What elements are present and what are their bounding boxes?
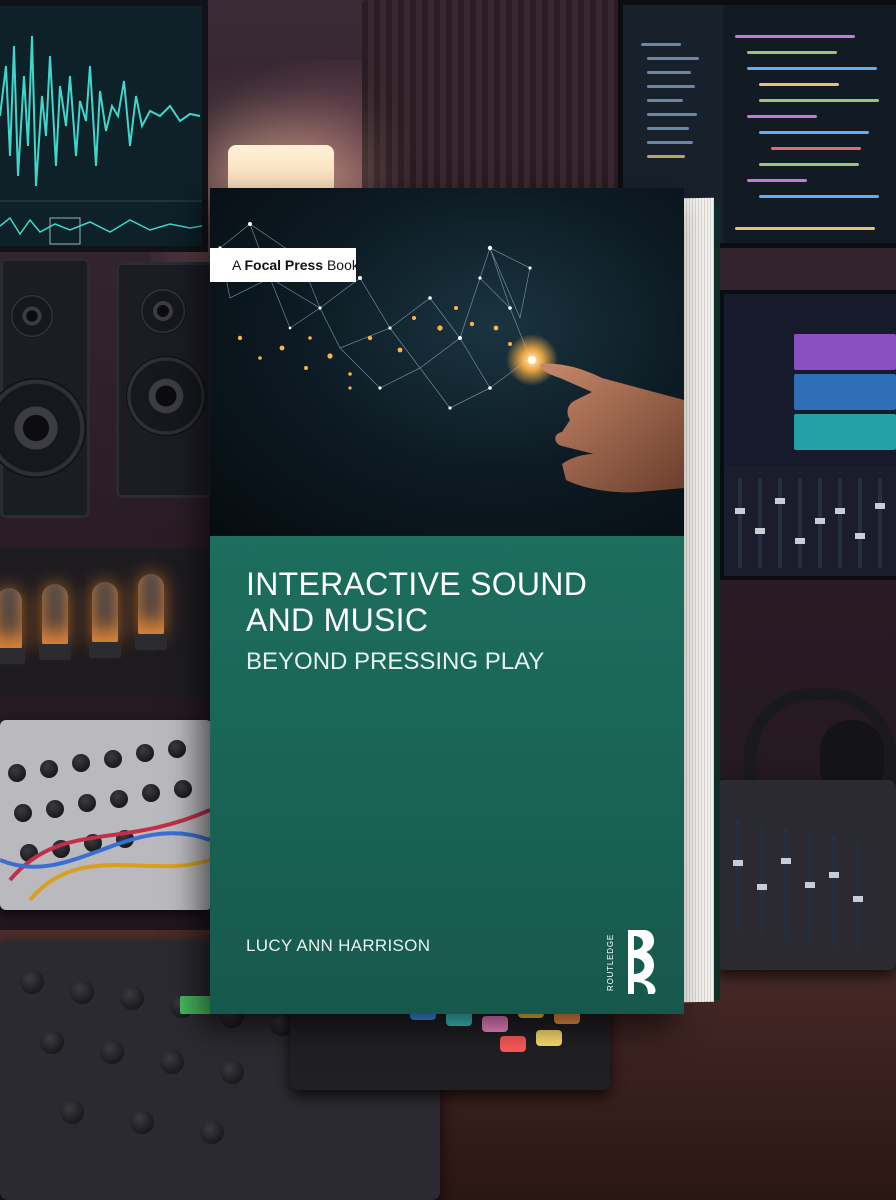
vacuum-tube bbox=[138, 574, 164, 636]
vacuum-tube bbox=[42, 584, 68, 646]
book-title-line2: AND MUSIC bbox=[246, 602, 429, 638]
acoustic-panel bbox=[362, 0, 642, 210]
hand-image bbox=[540, 363, 684, 493]
book-author: LUCY ANN HARRISON bbox=[246, 936, 431, 955]
constellation-network-art bbox=[218, 222, 684, 493]
tube-amplifier bbox=[0, 548, 210, 698]
daw-track bbox=[794, 414, 896, 450]
book-pages-edge bbox=[684, 197, 714, 1003]
vacuum-tube bbox=[0, 588, 22, 650]
patch-cables bbox=[0, 808, 211, 902]
waveform-display bbox=[0, 6, 202, 246]
daw-track bbox=[794, 334, 896, 370]
daw-monitor bbox=[720, 290, 896, 580]
vacuum-tube bbox=[92, 582, 118, 644]
book-title: INTERACTIVE SOUND AND MUSIC bbox=[246, 566, 666, 638]
book-title-line1: INTERACTIVE SOUND bbox=[246, 566, 588, 602]
studio-speaker-left bbox=[0, 258, 90, 518]
book-cover: A Focal Press Book INTERACTIVE SOUND AND… bbox=[210, 188, 684, 1014]
waveform-monitor bbox=[0, 0, 208, 252]
daw-track bbox=[794, 374, 896, 410]
studio-speaker-right bbox=[116, 262, 212, 498]
cover-artwork: A Focal Press Book bbox=[210, 188, 684, 536]
book-subtitle: BEYOND PRESSING PLAY bbox=[246, 648, 545, 675]
publisher-tag: A Focal Press Book bbox=[210, 248, 359, 282]
routledge-r-logo-icon bbox=[628, 930, 656, 994]
modular-synth bbox=[0, 720, 212, 910]
fader-mixer bbox=[716, 780, 896, 970]
